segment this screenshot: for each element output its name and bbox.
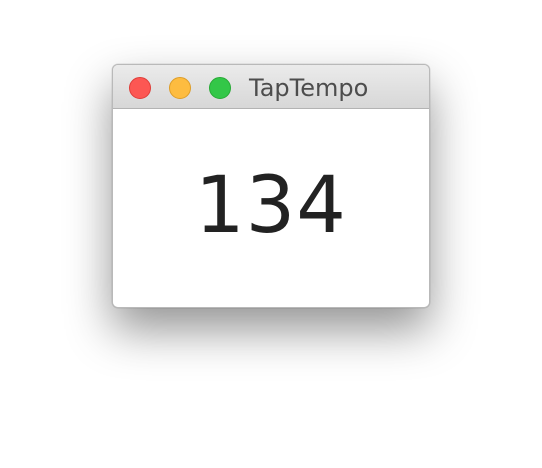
window-title: TapTempo (249, 74, 369, 102)
taptempo-window: TapTempo 134 (112, 64, 430, 308)
minimize-window-icon[interactable] (169, 77, 191, 99)
tempo-display-area[interactable]: 134 (113, 109, 429, 307)
close-window-icon[interactable] (129, 77, 151, 99)
tempo-value: 134 (195, 161, 347, 251)
window-titlebar[interactable]: TapTempo (113, 65, 429, 109)
zoom-window-icon[interactable] (209, 77, 231, 99)
